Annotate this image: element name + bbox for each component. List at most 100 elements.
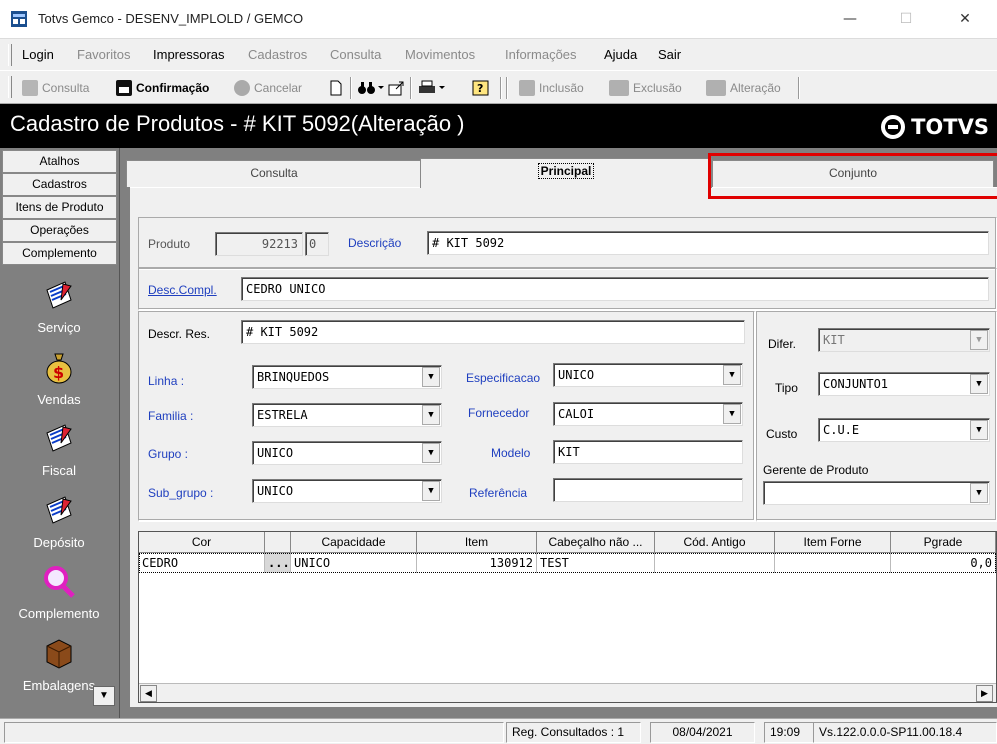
chevron-down-icon[interactable]: ▼ [422,481,440,501]
subgrupo-select[interactable]: UNICO ▼ [252,479,442,503]
edit-record-icon [706,80,726,96]
cancelar-button[interactable]: Cancelar [234,79,302,97]
scroll-right-icon[interactable]: ▶ [976,685,993,702]
nav-atalhos[interactable]: Atalhos [2,150,117,173]
close-button[interactable]: ✕ [942,6,988,32]
magnifier-icon [44,566,75,598]
help-button[interactable]: ? [472,79,490,97]
chevron-down-icon[interactable]: ▼ [970,374,988,394]
consulta-button[interactable]: Consulta [22,79,89,97]
produto-digit-field: 0 [305,232,329,256]
chevron-down-icon[interactable]: ▼ [723,404,741,424]
gerente-select[interactable]: ▼ [763,481,990,505]
minimize-button[interactable]: — [827,6,873,32]
fornecedor-select[interactable]: CALOI ▼ [553,402,743,426]
grid-header-cod-antigo[interactable]: Cód. Antigo [655,532,775,553]
desc-compl-field[interactable]: CEDRO UNICO [241,277,989,301]
nav-icon-label: Depósito [33,535,85,550]
exclusao-button[interactable]: Exclusão [609,79,682,97]
descricao-field[interactable]: # KIT 5092 [427,231,989,255]
tab-consulta[interactable]: Consulta [126,160,422,187]
maximize-button[interactable]: ☐ [883,6,929,32]
nav-icon-deposito[interactable]: Depósito [0,493,118,550]
tipo-select[interactable]: CONJUNTO1 ▼ [818,372,990,396]
descricao-label: Descrição [348,236,402,250]
menu-sair[interactable]: Sair [658,47,681,62]
chevron-down-icon[interactable]: ▼ [970,483,988,503]
find-button[interactable] [358,79,384,97]
nav-icon-label: Embalagens [22,678,96,693]
custo-select[interactable]: C.U.E ▼ [818,418,990,442]
toolbar-separator [798,77,800,99]
grid-header-cabecalho[interactable]: Cabeçalho não ... [537,532,655,553]
menu-informacoes[interactable]: Informações [505,47,577,62]
difer-label: Difer. [768,337,797,351]
fornecedor-label: Fornecedor [468,406,530,420]
nav-icon-complemento[interactable]: Complemento [0,564,118,621]
menu-impressoras[interactable]: Impressoras [153,47,225,62]
nav-icon-fiscal[interactable]: Fiscal [0,421,118,478]
scroll-left-icon[interactable]: ◀ [140,685,157,702]
grid-header-capacidade[interactable]: Capacidade [291,532,417,553]
grid-header-blank[interactable] [265,532,291,553]
confirmacao-button[interactable]: Confirmação [116,79,209,97]
alteracao-button[interactable]: Alteração [706,79,781,97]
grid-header-item[interactable]: Item [417,532,537,553]
tab-principal-label: Principal [537,163,595,179]
chevron-down-icon[interactable]: ▼ [970,420,988,440]
grid-header-cor[interactable]: Cor [139,532,265,553]
chevron-down-icon[interactable]: ▼ [422,443,440,463]
referencia-field[interactable] [553,478,743,502]
chevron-down-icon[interactable]: ▼ [422,367,440,387]
menu-ajuda[interactable]: Ajuda [604,47,637,62]
nav-icon-vendas[interactable]: $ Vendas [0,350,118,407]
nav-icon-label: Serviço [37,320,81,335]
grid-header-item-forne[interactable]: Item Forne [775,532,891,553]
nav-scroll-down-button[interactable]: ▼ [93,686,115,706]
grid-header-pgrade[interactable]: Pgrade [891,532,996,553]
descr-res-field[interactable]: # KIT 5092 [241,320,745,344]
linha-select[interactable]: BRINQUEDOS ▼ [252,365,442,389]
especificacao-label: Especificacao [466,371,541,385]
nav-icon-servico[interactable]: Serviço [0,278,118,335]
familia-select[interactable]: ESTRELA ▼ [252,403,442,427]
toolbar-grip [8,76,12,98]
desc-compl-label: Desc.Compl. [148,283,217,297]
print-button[interactable] [418,79,446,97]
box-icon [46,639,72,669]
grupo-select[interactable]: UNICO ▼ [252,441,442,465]
menu-consulta[interactable]: Consulta [330,47,381,62]
status-time: 19:09 [764,722,814,743]
nav-cadastros[interactable]: Cadastros [2,173,117,196]
grupo-label: Grupo : [148,447,189,461]
chevron-down-icon[interactable]: ▼ [422,405,440,425]
status-reg-consultados: Reg. Consultados : 1 [506,722,641,743]
status-bar: Reg. Consultados : 1 08/04/2021 19:09 Vs… [0,718,997,744]
status-date: 08/04/2021 [650,722,755,743]
especificacao-value: UNICO [558,368,595,382]
menu-favoritos[interactable]: Favoritos [77,47,130,62]
menu-login[interactable]: Login [22,47,54,62]
tipo-label: Tipo [775,381,798,395]
menu-cadastros[interactable]: Cadastros [248,47,307,62]
inclusao-button[interactable]: Inclusão [519,79,584,97]
binoculars-icon [358,82,384,94]
chevron-down-icon[interactable]: ▼ [723,365,741,385]
modelo-field[interactable]: KIT [553,440,743,464]
especificacao-select[interactable]: UNICO ▼ [553,363,743,387]
nav-itens-de-produto[interactable]: Itens de Produto [2,196,117,219]
horizontal-scrollbar[interactable]: ◀ ▶ [139,683,996,702]
tab-principal[interactable]: Principal [420,158,712,188]
nav-operacoes[interactable]: Operações [2,219,117,242]
nav-complemento[interactable]: Complemento [2,242,117,265]
modelo-label: Modelo [491,446,531,460]
nav-icon-embalagens[interactable]: Embalagens [0,636,118,693]
menu-movimentos[interactable]: Movimentos [405,47,475,62]
items-grid[interactable]: Cor Capacidade Item Cabeçalho não ... Có… [138,531,997,703]
left-nav: Atalhos Cadastros Itens de Produto Opera… [0,148,120,718]
status-version: Vs.122.0.0.0-SP11.00.18.4 [813,722,997,743]
export-button[interactable] [388,79,406,97]
custo-label: Custo [766,427,798,441]
new-document-button[interactable] [328,79,344,97]
highlight-box [708,153,997,199]
